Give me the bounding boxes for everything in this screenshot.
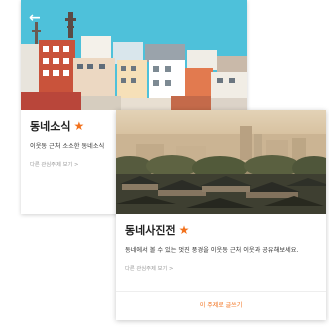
topic-title: 동네사진전 [125, 224, 176, 237]
star-icon: ★ [73, 119, 85, 133]
topic-card-neighborhood-photos[interactable]: 동네사진전 ★ 동네에서 볼 수 있는 멋진 풍경을 이웃동 근처 이웃과 공유… [116, 110, 326, 320]
hanok-village-photo [116, 126, 326, 214]
topic-photo-neighborhood-photos [116, 110, 326, 214]
star-icon: ★ [178, 223, 190, 237]
town-illustration [21, 0, 247, 110]
topic-title: 동네소식 [30, 120, 71, 133]
topic-photo-neighborhood-news: ← [21, 0, 247, 110]
divider [116, 291, 326, 292]
other-topics-link[interactable]: 다른 관심주제 보기 > [125, 264, 317, 272]
arrow-left-icon[interactable]: ← [29, 10, 41, 26]
write-post-button[interactable]: 이 주제로 글쓰기 [116, 300, 326, 309]
topic-description: 동네에서 볼 수 있는 멋진 풍경을 이웃동 근처 이웃과 공유해보세요. [125, 247, 299, 254]
